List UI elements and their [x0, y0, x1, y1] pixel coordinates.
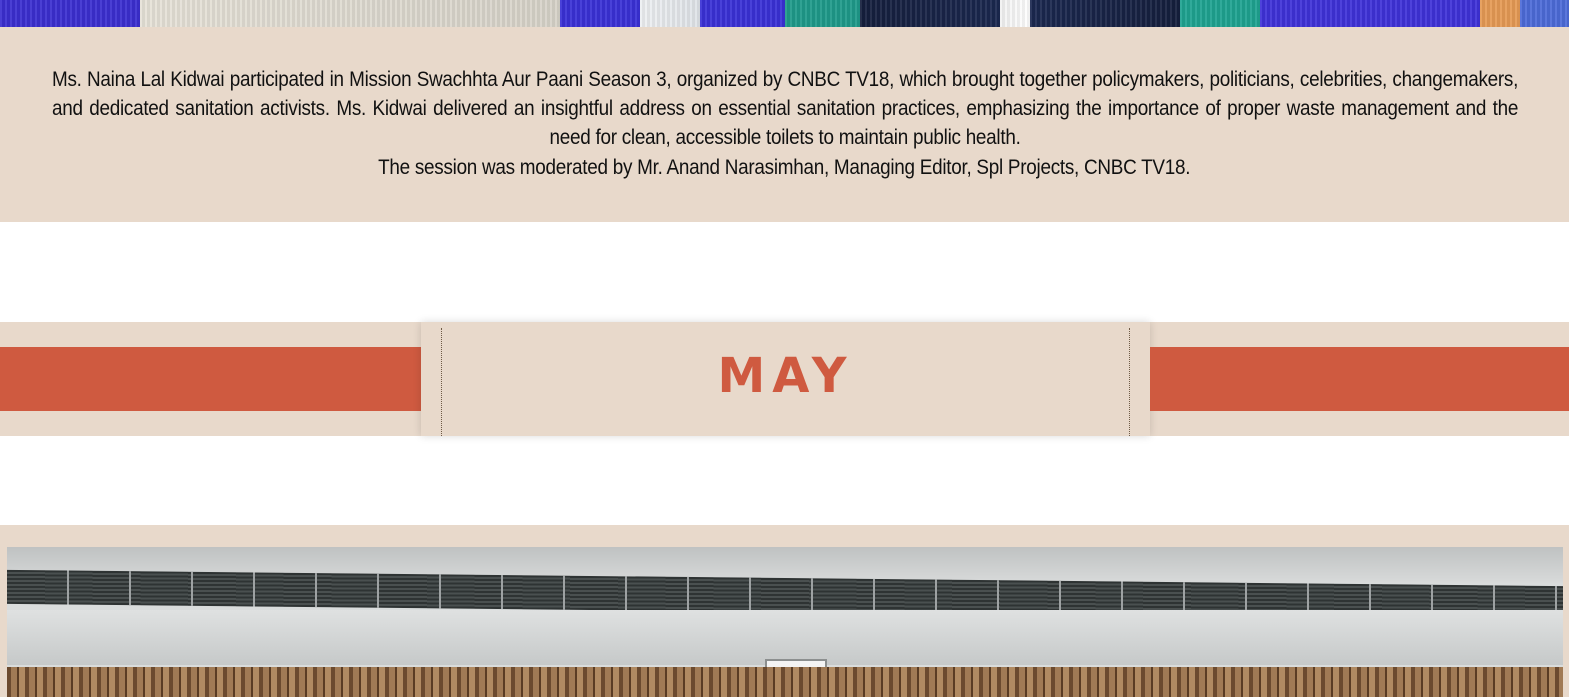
- event-caption-paragraph: Ms. Naina Lal Kidwai participated in Mis…: [52, 68, 1519, 149]
- moderator-text: The session was moderated by Mr. Anand N…: [378, 156, 1191, 179]
- photo-wall-panels: [7, 667, 1563, 697]
- month-divider-bar-left: [0, 347, 421, 411]
- event-caption-moderator: The session was moderated by Mr. Anand N…: [0, 153, 1569, 182]
- event-photo-frame: [0, 525, 1569, 697]
- month-title: MAY: [717, 348, 854, 404]
- event-photo-top: [0, 0, 1569, 27]
- event-caption-section: Ms. Naina Lal Kidwai participated in Mis…: [0, 27, 1569, 222]
- month-divider: MAY: [0, 322, 1569, 436]
- month-divider-bar-right: [1150, 347, 1569, 411]
- month-card: MAY: [421, 322, 1150, 436]
- photo-soffit: [7, 610, 1563, 665]
- event-photo-hall: [7, 547, 1563, 697]
